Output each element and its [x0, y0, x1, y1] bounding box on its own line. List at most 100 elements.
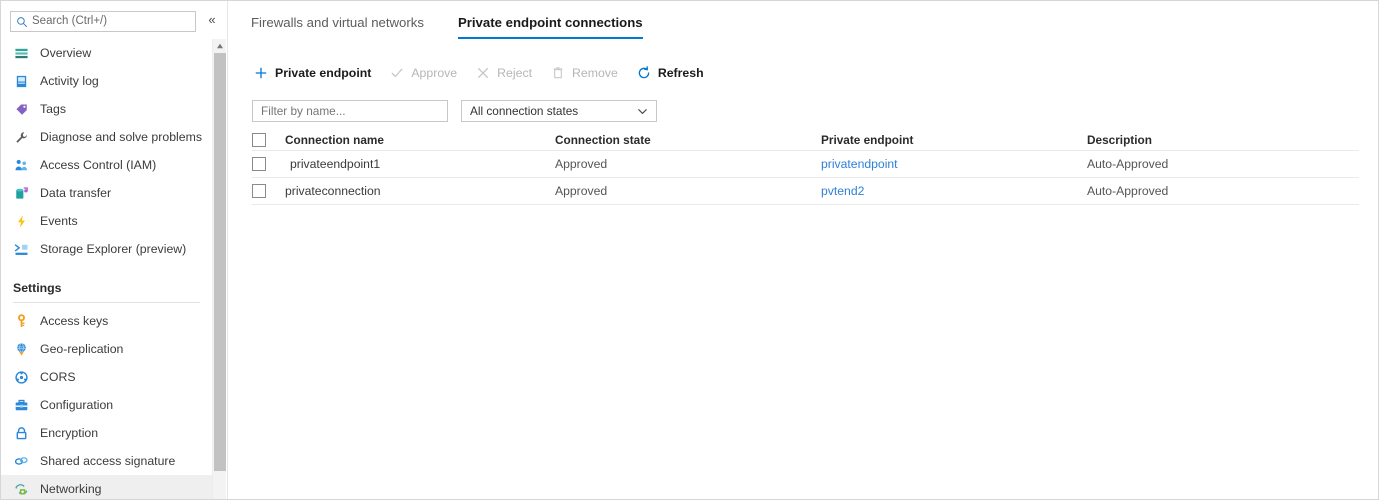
sidebar-item-access-keys[interactable]: Access keys — [1, 307, 212, 335]
sidebar-item-label: Activity log — [40, 74, 99, 88]
row-select-cell[interactable] — [252, 157, 285, 171]
sidebar-item-data-transfer[interactable]: Data transfer — [1, 179, 212, 207]
connection-state-dropdown-value: All connection states — [470, 104, 636, 118]
sidebar-item-label: Networking — [40, 482, 102, 496]
connection-name-text: privateendpoint1 — [285, 157, 380, 171]
sidebar-item-label: Data transfer — [40, 186, 111, 200]
storage-explorer-icon — [13, 241, 30, 258]
search-icon — [16, 16, 28, 28]
select-all-checkbox[interactable] — [252, 133, 266, 147]
private-endpoint-connections-table: Connection name Connection state Private… — [252, 129, 1359, 205]
sidebar-item-label: Tags — [40, 102, 66, 116]
sidebar-item-label: Storage Explorer (preview) — [40, 242, 186, 256]
approve-button: Approve — [389, 65, 457, 81]
sidebar-item-geo-replication[interactable]: Geo-replication — [1, 335, 212, 363]
cell-connection-name: privateconnection — [285, 184, 555, 198]
sidebar-item-networking[interactable]: Networking — [1, 475, 212, 500]
sidebar-item-label: Configuration — [40, 398, 113, 412]
cell-private-endpoint: privatendpoint — [821, 157, 1087, 171]
private-endpoint-link[interactable]: pvtend2 — [821, 184, 864, 198]
toolbar-label: Approve — [411, 66, 457, 80]
plus-icon — [253, 65, 269, 81]
sidebar-item-events[interactable]: Events — [1, 207, 212, 235]
reject-button: Reject — [475, 65, 532, 81]
sidebar-item-access-control-iam[interactable]: Access Control (IAM) — [1, 151, 212, 179]
lock-icon — [13, 425, 30, 442]
wrench-icon — [13, 129, 30, 146]
sidebar-item-diagnose-and-solve-problems[interactable]: Diagnose and solve problems — [1, 123, 212, 151]
overview-icon — [13, 45, 30, 62]
sidebar-item-label: Diagnose and solve problems — [40, 130, 202, 144]
column-header-description[interactable]: Description — [1087, 133, 1359, 147]
sidebar-item-shared-access-signature[interactable]: Shared access signature — [1, 447, 212, 475]
sidebar-section-divider — [13, 302, 200, 303]
sidebar-item-activity-log[interactable]: Activity log — [1, 67, 212, 95]
column-header-connection-state[interactable]: Connection state — [555, 133, 821, 147]
filter-by-name-input[interactable] — [252, 100, 448, 122]
globe-icon — [13, 341, 30, 358]
row-checkbox[interactable] — [252, 184, 266, 198]
tag-icon — [13, 101, 30, 118]
table-row[interactable]: privateendpoint1 Approved privatendpoint… — [252, 151, 1359, 178]
refresh-icon — [636, 65, 652, 81]
sidebar-search[interactable] — [10, 11, 196, 32]
column-header-private-endpoint[interactable]: Private endpoint — [821, 133, 1087, 147]
filter-bar: All connection states — [252, 100, 657, 122]
key-icon — [13, 313, 30, 330]
collapse-sidebar-button[interactable]: « — [204, 12, 220, 28]
select-all-cell[interactable] — [252, 133, 285, 147]
command-bar: Private endpoint Approve Reject — [253, 62, 722, 84]
table-header-row: Connection name Connection state Private… — [252, 129, 1359, 151]
lightning-icon — [13, 213, 30, 230]
row-checkbox[interactable] — [252, 157, 266, 171]
trash-icon — [550, 65, 566, 81]
cell-description: Auto-Approved — [1087, 157, 1359, 171]
configuration-icon — [13, 397, 30, 414]
sidebar-item-cors[interactable]: CORS — [1, 363, 212, 391]
sidebar-item-encryption[interactable]: Encryption — [1, 419, 212, 447]
cors-icon — [13, 369, 30, 386]
sidebar: « Overview — [1, 1, 228, 500]
tab-firewalls-and-virtual-networks[interactable]: Firewalls and virtual networks — [251, 15, 424, 39]
refresh-button[interactable]: Refresh — [636, 65, 704, 81]
sidebar-item-label: Encryption — [40, 426, 98, 440]
sidebar-scrollbar-thumb[interactable] — [214, 53, 226, 471]
toolbar-label: Reject — [497, 66, 532, 80]
tab-label: Private endpoint connections — [458, 15, 643, 30]
sidebar-item-label: Shared access signature — [40, 454, 175, 468]
link-icon — [13, 453, 30, 470]
add-private-endpoint-button[interactable]: Private endpoint — [253, 65, 371, 81]
main-content: Firewalls and virtual networks Private e… — [229, 1, 1378, 499]
toolbar-label: Private endpoint — [275, 66, 371, 80]
row-select-cell[interactable] — [252, 184, 285, 198]
search-input[interactable] — [32, 14, 182, 29]
toolbar-label: Remove — [572, 66, 618, 80]
azure-portal-networking-blade: « Overview — [0, 0, 1379, 500]
column-header-connection-name[interactable]: Connection name — [285, 133, 555, 147]
sidebar-scrollbar[interactable] — [212, 39, 226, 500]
people-icon — [13, 157, 30, 174]
activity-log-icon — [13, 73, 30, 90]
chevron-down-icon — [636, 105, 649, 118]
sidebar-item-configuration[interactable]: Configuration — [1, 391, 212, 419]
sidebar-item-label: CORS — [40, 370, 76, 384]
connection-name-text: privateconnection — [285, 184, 381, 198]
tab-private-endpoint-connections[interactable]: Private endpoint connections — [458, 15, 643, 39]
check-icon — [389, 65, 405, 81]
sidebar-section-settings: Settings — [1, 269, 212, 295]
scroll-up-arrow-icon[interactable] — [213, 39, 227, 52]
sidebar-item-label: Overview — [40, 46, 91, 60]
sidebar-item-label: Access keys — [40, 314, 108, 328]
cell-connection-state: Approved — [555, 157, 821, 171]
sidebar-item-tags[interactable]: Tags — [1, 95, 212, 123]
sidebar-item-storage-explorer-preview[interactable]: Storage Explorer (preview) — [1, 235, 212, 263]
table-row[interactable]: privateconnection Approved pvtend2 Auto-… — [252, 178, 1359, 205]
private-endpoint-link[interactable]: privatendpoint — [821, 157, 898, 171]
sidebar-item-overview[interactable]: Overview — [1, 39, 212, 67]
tab-bar: Firewalls and virtual networks Private e… — [251, 15, 677, 39]
sidebar-item-label: Events — [40, 214, 78, 228]
cell-connection-name: privateendpoint1 — [285, 157, 555, 171]
cross-icon — [475, 65, 491, 81]
cell-description: Auto-Approved — [1087, 184, 1359, 198]
connection-state-dropdown[interactable]: All connection states — [461, 100, 657, 122]
